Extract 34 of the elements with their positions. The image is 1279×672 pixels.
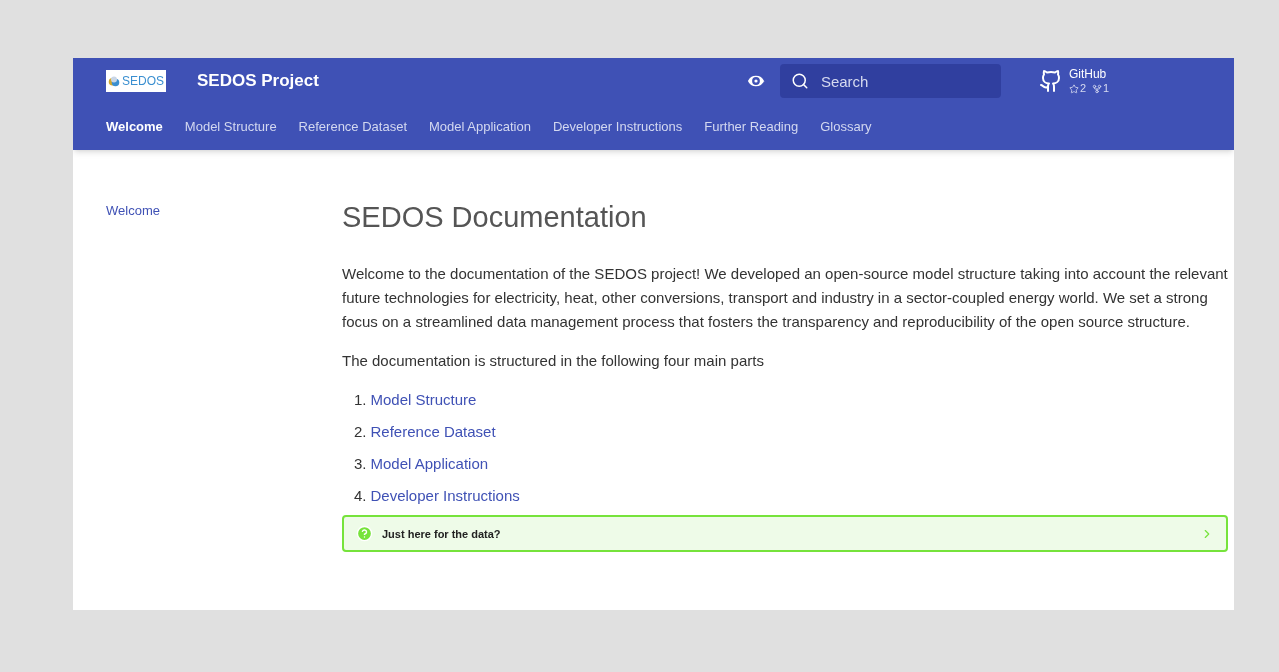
search-field[interactable]: Search <box>779 64 1001 98</box>
doc-link[interactable]: Model Structure <box>370 388 477 412</box>
list-number: 2. <box>354 422 367 442</box>
logo: SEDOS <box>106 70 166 92</box>
help-icon <box>356 525 373 542</box>
data-callout[interactable]: Just here for the data? <box>342 515 1228 552</box>
doc-link[interactable]: Model Application <box>370 452 489 476</box>
star-icon <box>1068 83 1079 94</box>
nav-tab[interactable]: Further Reading <box>704 117 799 137</box>
repo-name: GitHub <box>1068 66 1108 82</box>
callout-title: Just here for the data? <box>382 526 502 542</box>
sidebar-link[interactable]: Welcome <box>106 201 342 221</box>
nav-tab[interactable]: Developer Instructions <box>552 117 683 137</box>
nav-tab[interactable]: Model Structure <box>184 117 277 137</box>
list-number: 3. <box>354 454 367 474</box>
paragraph: The documentation is structured in the following four main parts <box>342 351 765 371</box>
paragraph: Welcome to the documentation of the SEDOS project! We developed an open-source model structure taking into account the relevant future technologies for electricity, heat, other conversions, transport and industry in a sector-coupled energy world. We set a strong focus on a streamlined data management process that fosters the transparency and reproducibility of the open source structure. <box>342 264 1228 332</box>
doc-link[interactable]: Reference Dataset <box>370 420 496 444</box>
list-number: 1. <box>354 390 367 410</box>
nav-tab[interactable]: Welcome <box>106 117 163 137</box>
search-icon <box>790 72 809 90</box>
fork-count: 1 <box>1103 81 1110 96</box>
list-number: 4. <box>354 486 367 506</box>
page-heading: SEDOS Documentation <box>342 200 648 235</box>
site-title: SEDOS Project <box>197 70 319 93</box>
nav-tab[interactable]: Glossary <box>820 117 872 137</box>
repo-link[interactable]: GitHub 2 1 <box>1038 66 1110 96</box>
nav-tab[interactable]: Model Application <box>429 117 531 137</box>
nav-tab[interactable]: Reference Dataset <box>298 117 407 137</box>
github-icon <box>1038 69 1063 93</box>
doc-link[interactable]: Developer Instructions <box>370 484 520 508</box>
star-count: 2 <box>1079 81 1086 96</box>
circles-icon <box>108 74 120 88</box>
fork-icon <box>1092 83 1102 94</box>
